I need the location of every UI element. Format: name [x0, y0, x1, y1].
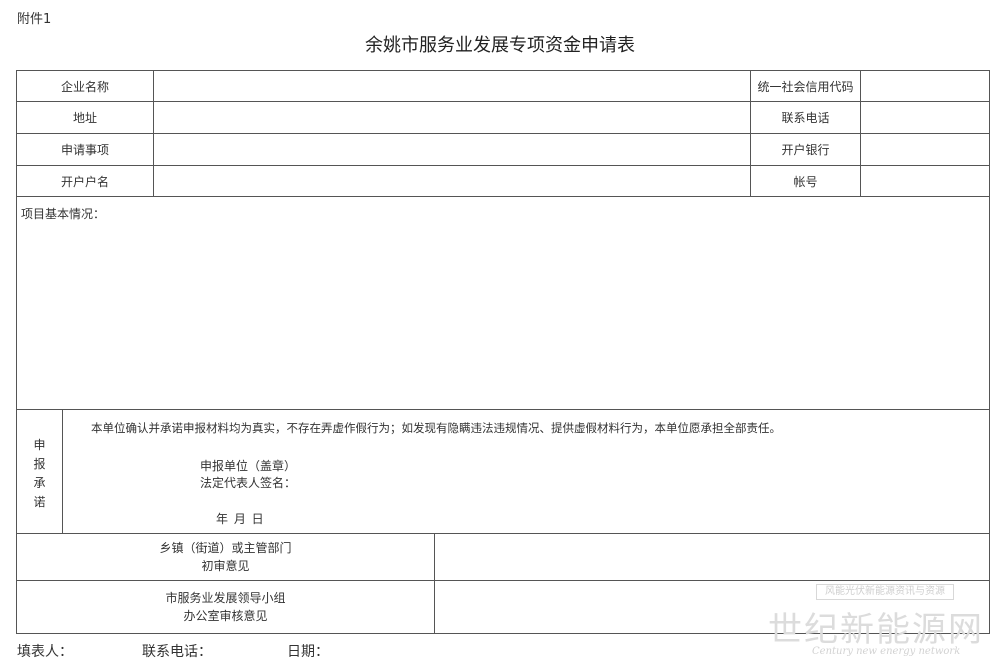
account-number-label: 帐号 [793, 174, 818, 189]
account-name-label: 开户户名 [60, 174, 109, 189]
watermark-tagline: 风能光伏新能源资讯与资源 [816, 584, 954, 600]
form-title: 余姚市服务业发展专项资金申请表 [365, 35, 635, 56]
filler-label: 填表人： [17, 644, 73, 660]
pledge-statement: 本单位确认并承诺申报材料均为真实，不存在弄虚作假行为；如发现有隐瞒违法违规情况、… [91, 421, 781, 435]
pledge-date-label: 年 月 日 [216, 512, 264, 526]
legal-rep-label: 法定代表人签名： [200, 476, 297, 490]
phone-label: 联系电话 [781, 111, 830, 125]
address-field[interactable] [154, 102, 750, 133]
pledge-side-label: 申 报 承 诺 [17, 436, 62, 512]
account-name-field[interactable] [154, 166, 750, 196]
application-item-label: 申请事项 [60, 143, 109, 157]
pledge-char: 报 [33, 457, 46, 471]
township-review-line1: 乡镇（街道）或主管部门 [159, 541, 292, 555]
account-number-field[interactable] [861, 166, 989, 196]
row-divider [16, 409, 990, 410]
credit-code-label: 统一社会信用代码 [757, 79, 854, 94]
company-name-field[interactable] [154, 71, 750, 101]
applicant-unit-label: 申报单位（盖章） [200, 459, 297, 473]
pledge-char: 诺 [33, 495, 46, 509]
column-divider [62, 409, 63, 533]
footer-phone-label: 联系电话： [142, 644, 212, 660]
township-review-label: 乡镇（街道）或主管部门 初审意见 [17, 534, 434, 580]
table-border-right [989, 70, 990, 634]
project-info-field[interactable] [17, 222, 989, 408]
office-review-line1: 市服务业发展领导小组 [165, 591, 286, 605]
township-review-line2: 初审意见 [201, 559, 250, 573]
phone-field[interactable] [861, 102, 989, 133]
township-review-field[interactable] [435, 534, 989, 580]
office-review-line2: 办公室审核意见 [183, 609, 268, 623]
footer-date-label: 日期： [287, 644, 329, 660]
bank-label: 开户银行 [781, 143, 830, 157]
office-review-label: 市服务业发展领导小组 办公室审核意见 [17, 581, 434, 633]
application-item-field[interactable] [154, 134, 750, 165]
pledge-char: 承 [33, 476, 46, 490]
credit-code-field[interactable] [861, 71, 989, 101]
pledge-char: 申 [33, 438, 46, 452]
row-divider [16, 196, 990, 197]
attachment-label: 附件1 [17, 12, 52, 27]
watermark-subtitle: Century new energy network [812, 646, 961, 657]
project-info-label: 项目基本情况： [21, 207, 106, 221]
address-label: 地址 [72, 111, 97, 125]
company-name-label: 企业名称 [60, 79, 109, 94]
bank-field[interactable] [861, 134, 989, 165]
watermark-logo: 世纪新能源网 [768, 610, 984, 650]
